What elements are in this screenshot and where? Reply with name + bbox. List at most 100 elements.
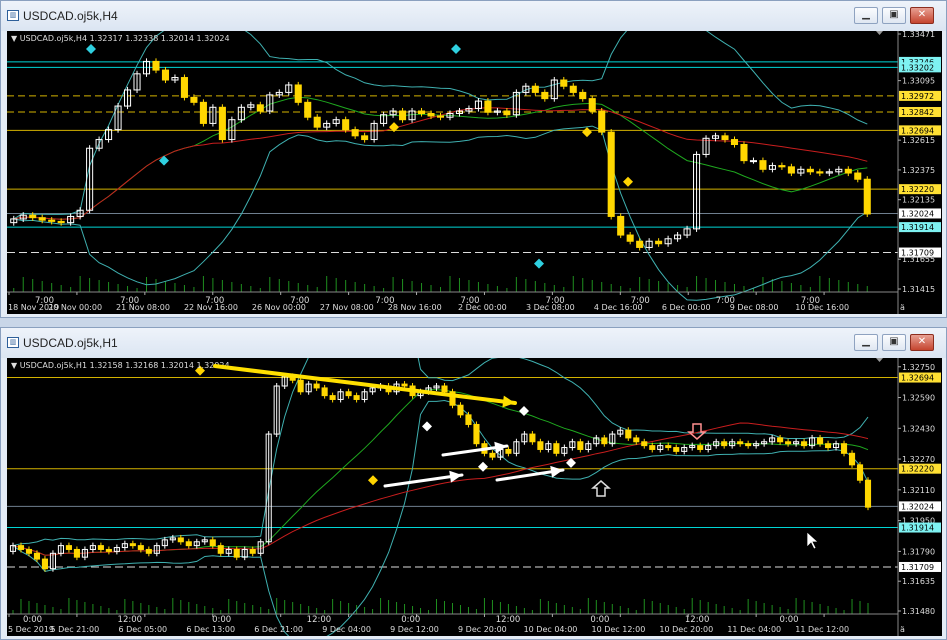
volume-bar — [587, 598, 589, 614]
price-axis-label: 1.31709 — [901, 563, 934, 572]
chart-window-icon: ▥ — [7, 337, 19, 348]
volume-bar — [515, 606, 517, 614]
minimize-button[interactable]: ▁ — [854, 334, 878, 351]
candle — [759, 160, 767, 170]
date-axis-label: 5 Dec 2019 — [8, 625, 54, 634]
price-axis-label: 1.32590 — [902, 394, 935, 403]
candle — [484, 100, 492, 113]
volume-bar — [307, 285, 309, 292]
volume-bar — [292, 602, 294, 614]
volume-bar — [278, 279, 280, 292]
volume-bar — [563, 605, 565, 614]
chart-window-h1[interactable]: ▥ USDCAD.oj5k,H1 ▁ ▣ ✕ 1.32750 1.32694 1.3… — [0, 327, 947, 640]
volume-bar — [388, 600, 390, 614]
window-title: USDCAD.oj5k,H1 — [23, 336, 118, 350]
volume-bar — [252, 605, 254, 614]
volume-bar — [76, 600, 78, 614]
candle — [441, 385, 448, 393]
cyan-diamond-marker — [159, 155, 169, 166]
volume-bar — [364, 284, 366, 292]
date-axis-label: 27 Nov 08:00 — [320, 303, 374, 312]
volume-bar — [515, 277, 517, 292]
candle — [29, 214, 37, 219]
candle — [209, 539, 216, 547]
candle — [41, 558, 49, 570]
restore-button[interactable]: ▣ — [882, 334, 906, 351]
buy-signal-arrow-icon — [591, 480, 611, 497]
volume-bar — [648, 279, 650, 292]
price-axis-label: 1.31480 — [902, 607, 935, 616]
candle — [749, 160, 757, 163]
volume-bar — [867, 603, 869, 614]
time-mark: 0:00 — [23, 615, 42, 625]
candle — [537, 441, 544, 450]
candle — [161, 69, 170, 81]
volume-bar — [260, 607, 262, 614]
candle — [579, 91, 587, 100]
title-bar[interactable]: ▥ USDCAD.oj5k,H4 ▁ ▣ ✕ — [1, 1, 946, 31]
price-axis-label: 1.32220 — [901, 465, 934, 474]
volume-bar — [316, 287, 318, 292]
candle — [256, 104, 264, 112]
volume-bar — [639, 277, 641, 292]
volume-bar — [202, 276, 204, 292]
candle — [329, 395, 336, 400]
volume-bar — [733, 284, 735, 292]
volume-bar — [36, 603, 38, 614]
volume-bar — [803, 600, 805, 614]
candle — [217, 545, 224, 554]
date-axis-label: 10 Dec 20:00 — [659, 625, 713, 634]
candle — [401, 383, 408, 387]
volume-bar — [659, 603, 661, 614]
time-mark: 7:00 — [35, 296, 54, 306]
minimize-button[interactable]: ▁ — [854, 7, 878, 24]
candle — [199, 101, 207, 124]
date-axis-label: 5 Dec 21:00 — [51, 625, 100, 634]
title-bar[interactable]: ▥ USDCAD.oj5k,H1 ▁ ▣ ✕ — [1, 328, 946, 358]
volume-bar — [89, 278, 91, 292]
volume-bar — [188, 602, 190, 614]
candle — [806, 168, 814, 173]
chart-plot-area[interactable]: 1.32750 1.32694 1.32590 1.32430 1.32270 1.322… — [7, 358, 942, 636]
sell-signal-arrow-icon — [687, 423, 707, 440]
restore-button[interactable]: ▣ — [882, 7, 906, 24]
volume-bar — [707, 602, 709, 614]
candle — [785, 441, 792, 445]
yellow-diamond-marker — [368, 475, 378, 486]
candle — [65, 545, 72, 550]
candle — [399, 110, 407, 121]
candle — [57, 220, 65, 224]
close-button[interactable]: ✕ — [910, 334, 934, 351]
candle — [607, 131, 615, 217]
close-button[interactable]: ✕ — [910, 7, 934, 24]
ma-red — [13, 107, 868, 220]
candle — [560, 79, 568, 87]
volume-bar — [124, 599, 126, 614]
candle — [730, 139, 739, 146]
candle — [531, 85, 539, 93]
volume-bar — [739, 610, 741, 614]
date-axis-label: 6 Dec 00:00 — [662, 303, 711, 312]
candle — [625, 429, 632, 439]
volume-bar — [629, 288, 631, 292]
volume-bar — [771, 605, 773, 614]
chart-window-h4[interactable]: ▥ USDCAD.oj5k,H4 ▁ ▣ ✕ 1.334711.332461.3… — [0, 0, 947, 318]
time-mark: 0:00 — [779, 615, 798, 625]
volume-bar — [483, 598, 485, 614]
date-axis-label: 6 Dec 05:00 — [118, 625, 167, 634]
time-mark: 12:00 — [307, 615, 332, 625]
volume-bar — [212, 608, 214, 614]
volume-bar — [866, 286, 868, 292]
time-mark: 7:00 — [461, 296, 480, 306]
candle — [649, 445, 656, 450]
candle — [655, 240, 663, 245]
bollinger-upper — [13, 31, 868, 220]
volume-bar — [212, 278, 214, 292]
candle — [321, 387, 328, 397]
volume-bar — [326, 276, 328, 292]
date-axis-label: 9 Dec 08:00 — [730, 303, 779, 312]
candle — [569, 85, 577, 93]
volume-bar — [52, 607, 54, 614]
chart-plot-area[interactable]: 1.334711.332461.332021.330951.329721.328… — [7, 31, 942, 314]
price-axis-label: 1.31655 — [902, 255, 935, 264]
